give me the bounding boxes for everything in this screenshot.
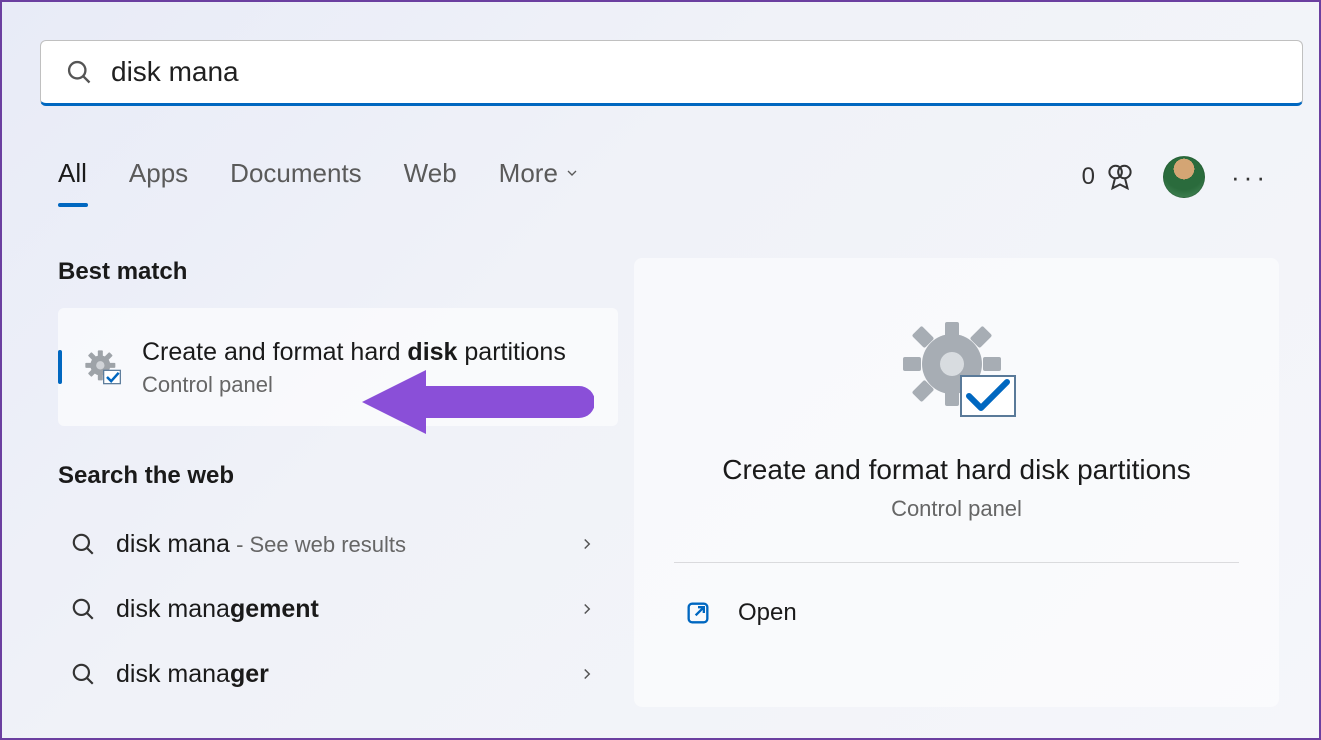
tabs-row: All Apps Documents Web More 0 ··· <box>58 156 1279 198</box>
search-web-header: Search the web <box>58 462 618 490</box>
open-action[interactable]: Open <box>674 591 1239 635</box>
web-result-text: disk manager <box>116 660 578 689</box>
rewards-count: 0 <box>1082 163 1095 191</box>
web-result-text: disk mana - See web results <box>116 530 578 559</box>
open-icon <box>684 599 712 627</box>
chevron-right-icon <box>578 535 596 553</box>
search-input[interactable] <box>111 56 1278 88</box>
tab-apps[interactable]: Apps <box>129 158 188 197</box>
open-label: Open <box>738 599 797 627</box>
tab-all[interactable]: All <box>58 158 87 197</box>
medal-icon <box>1105 162 1135 192</box>
preview-title: Create and format hard disk partitions <box>674 454 1239 486</box>
search-icon <box>70 596 96 622</box>
more-options-button[interactable]: ··· <box>1231 162 1269 193</box>
chevron-down-icon <box>564 165 580 181</box>
user-avatar[interactable] <box>1163 156 1205 198</box>
control-panel-icon <box>82 347 122 387</box>
best-match-subtitle: Control panel <box>142 372 598 398</box>
web-result[interactable]: disk mana - See web results <box>58 512 618 577</box>
tab-more-label: More <box>499 158 558 189</box>
results-column: Best match Create and format hard disk p… <box>58 258 618 707</box>
preview-gear-icon <box>897 316 1017 426</box>
search-icon <box>70 531 96 557</box>
web-result[interactable]: disk management <box>58 577 618 642</box>
tab-more[interactable]: More <box>499 158 580 197</box>
chevron-right-icon <box>578 600 596 618</box>
best-match-result[interactable]: Create and format hard disk partitions C… <box>58 308 618 426</box>
chevron-right-icon <box>578 665 596 683</box>
preview-panel: Create and format hard disk partitions C… <box>634 258 1279 707</box>
search-icon <box>70 661 96 687</box>
search-bar[interactable] <box>40 40 1303 106</box>
web-result[interactable]: disk manager <box>58 642 618 707</box>
web-result-text: disk management <box>116 595 578 624</box>
best-match-header: Best match <box>58 258 618 286</box>
rewards-badge[interactable]: 0 <box>1082 162 1135 192</box>
divider <box>674 562 1239 563</box>
preview-subtitle: Control panel <box>674 496 1239 522</box>
tab-documents[interactable]: Documents <box>230 158 362 197</box>
search-icon <box>65 58 93 86</box>
tab-web[interactable]: Web <box>404 158 457 197</box>
best-match-title: Create and format hard disk partitions <box>142 336 598 370</box>
